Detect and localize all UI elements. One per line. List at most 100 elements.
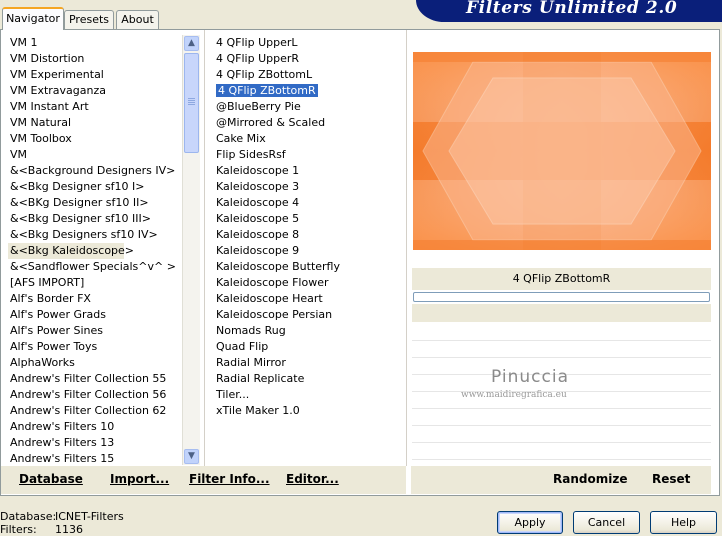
list-item-label: Alf's Power Grads [10, 308, 106, 321]
filter-item[interactable]: Kaleidoscope 5 [214, 211, 402, 227]
category-item[interactable]: &<BKg Designer sf10 II> [8, 195, 180, 211]
list-item-label: Radial Mirror [216, 356, 286, 369]
filters-status: Filters: 1136 [0, 523, 83, 536]
category-item[interactable]: AlphaWorks [8, 355, 180, 371]
list-item-label: Kaleidoscope 1 [216, 164, 300, 177]
filter-item[interactable]: Kaleidoscope 1 [214, 163, 402, 179]
category-item[interactable]: Alf's Power Toys [8, 339, 180, 355]
list-item-label: Andrew's Filter Collection 62 [10, 404, 167, 417]
category-item[interactable]: &<Sandflower Specials^v^ > [8, 259, 180, 275]
category-item[interactable]: Andrew's Filters 10 [8, 419, 180, 435]
filter-item[interactable]: Nomads Rug [214, 323, 402, 339]
filter-item[interactable]: xTile Maker 1.0 [214, 403, 402, 419]
scroll-up-icon[interactable]: ▲ [184, 36, 199, 51]
list-item-label: Kaleidoscope Persian [216, 308, 333, 321]
category-item[interactable]: VM Instant Art [8, 99, 180, 115]
category-item[interactable]: Alf's Border FX [8, 291, 180, 307]
filter-item[interactable]: Kaleidoscope 3 [214, 179, 402, 195]
category-item[interactable]: &<Bkg Kaleidoscope> [8, 243, 134, 259]
tab-navigator[interactable]: Navigator [2, 7, 64, 30]
category-item[interactable]: [AFS IMPORT] [8, 275, 180, 291]
tab-presets[interactable]: Presets [64, 10, 114, 29]
reset-button[interactable]: Reset [652, 472, 690, 486]
category-item[interactable]: Alf's Power Sines [8, 323, 180, 339]
filter-item[interactable]: Cake Mix [214, 131, 402, 147]
category-item[interactable]: &<Background Designers IV> [8, 163, 180, 179]
filter-item[interactable]: @Mirrored & Scaled [214, 115, 402, 131]
category-item[interactable]: &<Bkg Designer sf10 I> [8, 179, 180, 195]
category-item[interactable]: VM 1 [8, 35, 180, 51]
list-item-label: VM Distortion [10, 52, 85, 65]
filter-item[interactable]: 4 QFlip ZBottomR [214, 83, 402, 99]
category-item[interactable]: Andrew's Filters 15 [8, 451, 180, 467]
filter-item[interactable]: @BlueBerry Pie [214, 99, 402, 115]
category-list[interactable]: VM 1 VM Distortion VM Experimental VM Extra… [8, 35, 180, 467]
list-item-label: VM [10, 148, 28, 161]
import-button-label: Import... [110, 472, 170, 486]
category-scrollbar[interactable]: ▲ ▼ [182, 35, 200, 465]
list-item-label: Tiler... [216, 388, 250, 401]
category-item[interactable]: VM Experimental [8, 67, 180, 83]
category-item[interactable]: VM Natural [8, 115, 180, 131]
category-item[interactable]: VM [8, 147, 180, 163]
tab-navigator-label: Navigator [6, 12, 60, 25]
filter-list[interactable]: 4 QFlip UpperL 4 QFlip UpperR 4 QFlip ZBot… [214, 35, 402, 419]
list-item-label: &<Bkg Designers sf10 IV> [10, 228, 158, 241]
database-status-label: Database: [0, 510, 57, 523]
list-item-label: Andrew's Filters 10 [10, 420, 115, 433]
list-item-label: &<Bkg Kaleidoscope> [10, 244, 135, 257]
category-item[interactable]: VM Extravaganza [8, 83, 180, 99]
help-button[interactable]: Help [650, 511, 717, 534]
category-item[interactable]: Alf's Power Grads [8, 307, 180, 323]
filter-item[interactable]: Kaleidoscope Heart [214, 291, 402, 307]
filter-item[interactable]: Kaleidoscope Butterfly [214, 259, 402, 275]
tab-about-label: About [121, 13, 154, 26]
category-item[interactable]: Andrew's Filters 13 [8, 435, 180, 451]
filter-item[interactable]: Flip SidesRsf [214, 147, 402, 163]
list-item-label: Cake Mix [216, 132, 266, 145]
category-item[interactable]: Andrew's Filter Collection 55 [8, 371, 180, 387]
list-item-label: AlphaWorks [10, 356, 75, 369]
editor-button[interactable]: Editor... [286, 472, 339, 486]
filter-item[interactable]: 4 QFlip ZBottomL [214, 67, 402, 83]
filter-item[interactable]: Kaleidoscope Flower [214, 275, 402, 291]
filter-item[interactable]: Kaleidoscope 9 [214, 243, 402, 259]
filter-item[interactable]: Kaleidoscope Persian [214, 307, 402, 323]
filter-item[interactable]: Kaleidoscope 4 [214, 195, 402, 211]
list-item-label: Kaleidoscope 9 [216, 244, 300, 257]
list-item-label: Alf's Power Sines [10, 324, 103, 337]
list-item-label: &<Sandflower Specials^v^ > [10, 260, 176, 273]
filter-item[interactable]: Quad Flip [214, 339, 402, 355]
list-item-label: Kaleidoscope Butterfly [216, 260, 340, 273]
category-item[interactable]: VM Distortion [8, 51, 180, 67]
apply-button[interactable]: Apply [497, 511, 563, 534]
database-button[interactable]: Database [19, 472, 83, 486]
cancel-button[interactable]: Cancel [573, 511, 640, 534]
list-item-label: Kaleidoscope 3 [216, 180, 300, 193]
list-item-label: Andrew's Filters 13 [10, 436, 115, 449]
list-item-label: Alf's Border FX [10, 292, 91, 305]
tab-about[interactable]: About [116, 10, 159, 29]
list-item-label: Quad Flip [216, 340, 269, 353]
filter-item[interactable]: Radial Mirror [214, 355, 402, 371]
list-item-label: Kaleidoscope Flower [216, 276, 329, 289]
preview-filter-name: 4 QFlip ZBottomR [412, 268, 711, 290]
filter-item[interactable]: Radial Replicate [214, 371, 402, 387]
category-item[interactable]: VM Toolbox [8, 131, 180, 147]
list-item-label: 4 QFlip ZBottomL [216, 68, 313, 81]
import-button[interactable]: Import... [110, 472, 169, 486]
category-item[interactable]: &<Bkg Designers sf10 IV> [8, 227, 180, 243]
filter-item[interactable]: Tiler... [214, 387, 402, 403]
randomize-button[interactable]: Randomize [553, 472, 627, 486]
list-item-label: VM Natural [10, 116, 72, 129]
scroll-down-icon[interactable]: ▼ [184, 449, 199, 464]
filter-item[interactable]: 4 QFlip UpperR [214, 51, 402, 67]
category-item[interactable]: Andrew's Filter Collection 62 [8, 403, 180, 419]
scroll-thumb[interactable] [184, 53, 199, 153]
filter-item[interactable]: Kaleidoscope 8 [214, 227, 402, 243]
filter-info-button[interactable]: Filter Info... [189, 472, 270, 486]
filter-item[interactable]: 4 QFlip UpperL [214, 35, 402, 51]
list-item-label: Kaleidoscope Heart [216, 292, 323, 305]
category-item[interactable]: Andrew's Filter Collection 56 [8, 387, 180, 403]
category-item[interactable]: &<Bkg Designer sf10 III> [8, 211, 180, 227]
